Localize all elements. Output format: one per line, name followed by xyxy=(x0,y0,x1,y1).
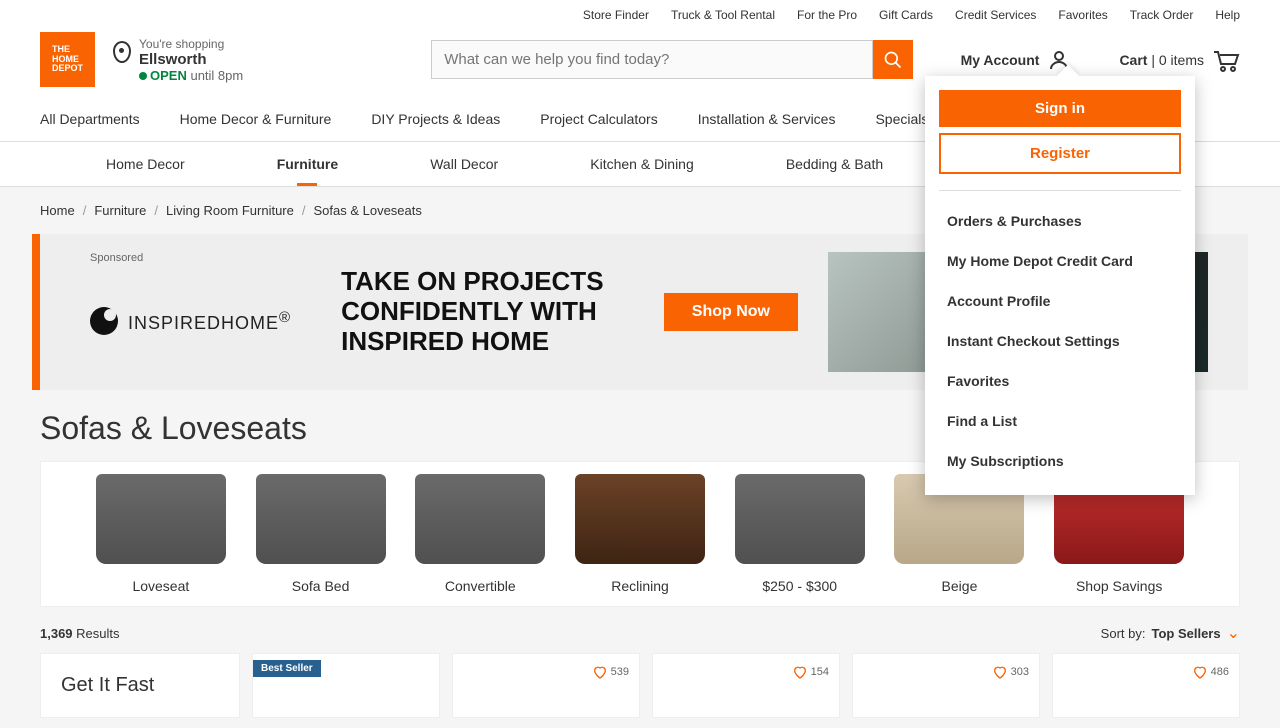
top-link[interactable]: For the Pro xyxy=(797,8,857,22)
store-hours: OPEN until 8pm xyxy=(139,68,243,83)
filter-title: Get It Fast xyxy=(61,674,219,697)
chevron-down-icon: ⌄ xyxy=(1227,623,1240,643)
account-menu-item[interactable]: My Subscriptions xyxy=(939,441,1181,481)
account-menu-item[interactable]: Instant Checkout Settings xyxy=(939,321,1181,361)
store-locator[interactable]: You're shopping Ellsworth OPEN until 8pm xyxy=(113,37,243,83)
top-link[interactable]: Store Finder xyxy=(583,8,649,22)
pin-icon xyxy=(113,41,131,63)
results-count: 1,369 Results xyxy=(40,626,120,641)
top-link[interactable]: Help xyxy=(1215,8,1240,22)
nav-item[interactable]: Installation & Services xyxy=(698,111,836,127)
heart-icon xyxy=(592,664,608,680)
subnav-item[interactable]: Wall Decor xyxy=(430,156,498,172)
product-card[interactable]: 154 xyxy=(652,653,840,718)
category-image xyxy=(735,474,865,564)
favorite-button[interactable]: 303 xyxy=(992,664,1029,680)
top-link[interactable]: Truck & Tool Rental xyxy=(671,8,775,22)
search-input[interactable] xyxy=(431,40,872,79)
sort-dropdown[interactable]: Sort by: Top Sellers ⌄ xyxy=(1101,623,1240,643)
category-label: Loveseat xyxy=(81,578,241,594)
results-bar: 1,369 Results Sort by: Top Sellers ⌄ xyxy=(0,607,1280,653)
account-menu-item[interactable]: Account Profile xyxy=(939,281,1181,321)
search-bar xyxy=(431,40,912,79)
category-image xyxy=(256,474,386,564)
category-image xyxy=(415,474,545,564)
subnav-item[interactable]: Home Decor xyxy=(106,156,185,172)
top-utility-nav: Store Finder Truck & Tool Rental For the P… xyxy=(0,0,1280,32)
sort-label: Sort by: xyxy=(1101,626,1146,641)
crumb[interactable]: Home xyxy=(40,203,75,218)
banner-headline: TAKE ON PROJECTS CONFIDENTLY WITH INSPIR… xyxy=(341,267,634,357)
category-label: Convertible xyxy=(400,578,560,594)
category-tile[interactable]: Reclining xyxy=(560,474,720,594)
subnav-item[interactable]: Furniture xyxy=(277,156,338,172)
search-icon xyxy=(883,50,903,70)
top-link[interactable]: Credit Services xyxy=(955,8,1036,22)
cart[interactable]: Cart | 0 items xyxy=(1119,48,1240,72)
cart-icon xyxy=(1212,48,1240,72)
open-dot-icon xyxy=(139,72,147,80)
nav-item[interactable]: Project Calculators xyxy=(540,111,658,127)
register-button[interactable]: Register xyxy=(939,133,1181,174)
product-card[interactable]: 539 xyxy=(452,653,640,718)
shop-now-button[interactable]: Shop Now xyxy=(664,293,798,331)
subnav-item[interactable]: Bedding & Bath xyxy=(786,156,883,172)
category-label: $250 - $300 xyxy=(720,578,880,594)
store-label: You're shopping xyxy=(139,37,243,51)
filter-sidebar: Get It Fast xyxy=(40,653,240,718)
crumb[interactable]: Sofas & Loveseats xyxy=(313,203,421,218)
product-grid: Get It Fast Best Seller 539 154 303 486 xyxy=(0,653,1280,718)
favorite-button[interactable]: 539 xyxy=(592,664,629,680)
brand-logo-icon xyxy=(90,307,118,335)
account-menu-item[interactable]: My Home Depot Credit Card xyxy=(939,241,1181,281)
nav-item[interactable]: All Departments xyxy=(40,111,140,127)
category-tile[interactable]: Convertible xyxy=(400,474,560,594)
category-tile[interactable]: Sofa Bed xyxy=(241,474,401,594)
favorite-button[interactable]: 486 xyxy=(1192,664,1229,680)
category-label: Sofa Bed xyxy=(241,578,401,594)
store-name: Ellsworth xyxy=(139,51,243,68)
category-label: Beige xyxy=(880,578,1040,594)
sponsored-label: Sponsored xyxy=(90,252,143,264)
search-button[interactable] xyxy=(873,40,913,79)
logo[interactable]: THEHOMEDEPOT xyxy=(40,32,95,87)
category-image xyxy=(575,474,705,564)
account-menu-item[interactable]: Favorites xyxy=(939,361,1181,401)
my-account[interactable]: My Account xyxy=(961,48,1072,72)
cart-label: Cart | 0 items xyxy=(1119,52,1204,68)
account-dropdown: Sign in Register Orders & PurchasesMy Ho… xyxy=(925,76,1195,495)
heart-icon xyxy=(1192,664,1208,680)
category-image xyxy=(96,474,226,564)
top-link[interactable]: Gift Cards xyxy=(879,8,933,22)
category-tile[interactable]: $250 - $300 xyxy=(720,474,880,594)
subnav-item[interactable]: Kitchen & Dining xyxy=(590,156,694,172)
heart-icon xyxy=(792,664,808,680)
best-seller-badge: Best Seller xyxy=(253,660,321,677)
account-menu-item[interactable]: Orders & Purchases xyxy=(939,201,1181,241)
crumb[interactable]: Living Room Furniture xyxy=(166,203,294,218)
nav-item[interactable]: Home Decor & Furniture xyxy=(180,111,332,127)
banner-brand: INSPIREDHOME® xyxy=(90,307,291,335)
category-label: Shop Savings xyxy=(1039,578,1199,594)
account-label: My Account xyxy=(961,52,1040,68)
divider xyxy=(939,190,1181,191)
product-card[interactable]: 486 xyxy=(1052,653,1240,718)
category-label: Reclining xyxy=(560,578,720,594)
account-menu-item[interactable]: Find a List xyxy=(939,401,1181,441)
crumb[interactable]: Furniture xyxy=(94,203,146,218)
top-link[interactable]: Favorites xyxy=(1058,8,1107,22)
category-tile[interactable]: Loveseat xyxy=(81,474,241,594)
sort-value: Top Sellers xyxy=(1151,626,1220,641)
brand-name: INSPIREDHOME® xyxy=(128,309,291,334)
product-card[interactable]: Best Seller xyxy=(252,653,440,718)
favorite-button[interactable]: 154 xyxy=(792,664,829,680)
top-link[interactable]: Track Order xyxy=(1130,8,1194,22)
product-card[interactable]: 303 xyxy=(852,653,1040,718)
nav-item[interactable]: DIY Projects & Ideas xyxy=(371,111,500,127)
signin-button[interactable]: Sign in xyxy=(939,90,1181,127)
heart-icon xyxy=(992,664,1008,680)
